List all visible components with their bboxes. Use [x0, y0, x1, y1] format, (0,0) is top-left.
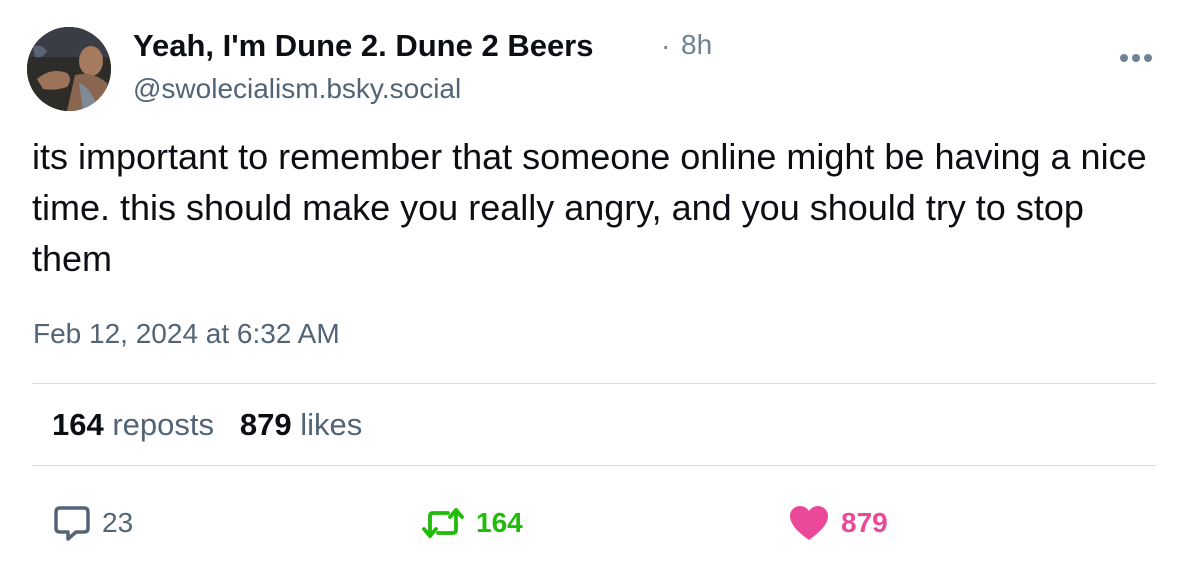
heart-icon	[790, 506, 828, 540]
post-card: Yeah, I'm Dune 2. Dune 2 Beers · 8h @swo…	[0, 0, 1182, 574]
reply-count: 23	[102, 507, 134, 538]
like-count: 879	[841, 507, 888, 538]
engagement-stats: 164 reposts 879 likes	[52, 407, 362, 443]
post-relative-time[interactable]: 8h	[681, 29, 712, 61]
like-button[interactable]: 879	[787, 503, 888, 543]
author-handle[interactable]: @swolecialism.bsky.social	[133, 73, 461, 105]
author-display-name[interactable]: Yeah, I'm Dune 2. Dune 2 Beers	[133, 28, 594, 64]
avatar[interactable]	[27, 27, 111, 111]
likes-label: likes	[300, 407, 363, 442]
reposts-label: reposts	[112, 407, 215, 442]
more-options-button[interactable]	[1116, 48, 1156, 68]
repost-count: 164	[476, 507, 523, 538]
repost-button[interactable]: 164	[420, 503, 523, 543]
reply-button[interactable]: 23	[52, 503, 133, 543]
repost-arrows-icon	[422, 508, 464, 538]
post-timestamp: Feb 12, 2024 at 6:32 AM	[33, 318, 340, 349]
post-text: its important to remember that someone o…	[32, 136, 1147, 279]
likes-count: 879	[239, 407, 292, 442]
reposts-count: 164	[52, 407, 104, 442]
likes-stat[interactable]: 879 likes	[240, 407, 362, 442]
speech-bubble-icon	[54, 506, 90, 541]
ellipsis-icon	[1120, 54, 1152, 62]
header-separator: ·	[661, 30, 671, 61]
divider	[32, 383, 1156, 384]
reposts-stat[interactable]: 164 reposts	[52, 407, 214, 442]
divider	[32, 465, 1156, 466]
